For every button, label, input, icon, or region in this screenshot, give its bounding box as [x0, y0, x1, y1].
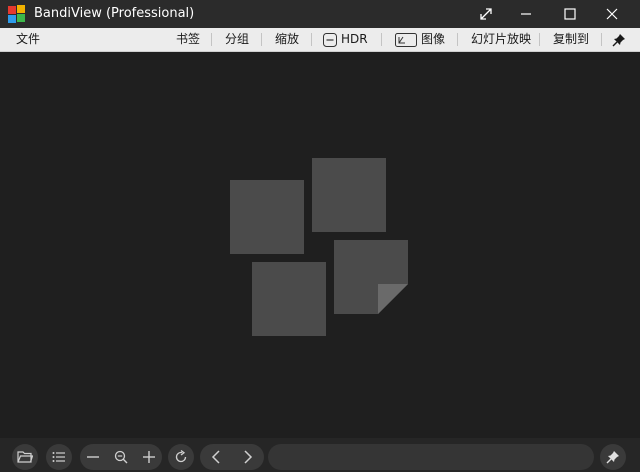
previous-button[interactable]	[203, 444, 229, 470]
menu-divider	[601, 33, 602, 46]
hdr-icon	[323, 32, 337, 47]
menu-hdr[interactable]: HDR	[323, 28, 368, 51]
image-viewer-area[interactable]	[0, 52, 640, 438]
menu-image-label: 图像	[421, 32, 446, 46]
pin-icon	[606, 451, 619, 464]
open-folder-button[interactable]	[12, 444, 38, 470]
menu-divider	[381, 33, 382, 46]
menu-pin-button[interactable]	[612, 28, 626, 51]
window-title: BandiView (Professional)	[34, 6, 195, 21]
rotate-button[interactable]	[168, 444, 194, 470]
menu-bar: 文件 书签 分组 缩放 HDR 图像 幻灯片放映 复制到	[0, 28, 640, 52]
bandiview-logo-icon	[8, 5, 25, 23]
menu-divider	[539, 33, 540, 46]
menu-hdr-label: HDR	[341, 32, 368, 46]
image-icon	[395, 32, 417, 47]
menu-copy-to[interactable]: 复制到	[553, 28, 589, 51]
file-list-button[interactable]	[46, 444, 72, 470]
file-path-field[interactable]	[268, 444, 594, 470]
menu-file[interactable]: 文件	[16, 28, 40, 51]
zoom-out-icon	[87, 456, 99, 458]
list-icon	[52, 452, 65, 462]
fullscreen-button[interactable]	[466, 0, 506, 28]
previous-icon	[211, 450, 220, 464]
maximize-button[interactable]	[550, 0, 590, 28]
bottom-toolbar	[0, 438, 640, 472]
menu-group[interactable]: 分组	[225, 28, 249, 51]
zoom-fit-icon	[114, 450, 128, 464]
next-button[interactable]	[235, 444, 261, 470]
zoom-in-icon	[143, 451, 155, 463]
title-bar: BandiView (Professional)	[0, 0, 640, 28]
menu-divider	[261, 33, 262, 46]
minimize-icon	[521, 13, 531, 15]
menu-bookmark[interactable]: 书签	[176, 28, 200, 51]
menu-divider	[457, 33, 458, 46]
close-button[interactable]	[592, 0, 632, 28]
menu-divider	[311, 33, 312, 46]
folder-open-icon	[17, 451, 33, 463]
minimize-button[interactable]	[506, 0, 546, 28]
menu-divider	[211, 33, 212, 46]
images-placeholder-icon	[230, 158, 408, 336]
zoom-in-button[interactable]	[136, 444, 162, 470]
rotate-icon	[175, 450, 187, 463]
zoom-out-button[interactable]	[80, 444, 106, 470]
zoom-fit-button[interactable]	[108, 444, 134, 470]
menu-zoom[interactable]: 缩放	[275, 28, 299, 51]
toolbar-pin-button[interactable]	[600, 444, 626, 470]
menu-slideshow[interactable]: 幻灯片放映	[471, 28, 531, 51]
pin-icon	[612, 33, 625, 46]
fullscreen-icon	[480, 8, 492, 20]
close-icon	[606, 8, 618, 20]
menu-image[interactable]: 图像	[395, 28, 445, 51]
maximize-icon	[564, 8, 576, 20]
next-icon	[244, 450, 253, 464]
